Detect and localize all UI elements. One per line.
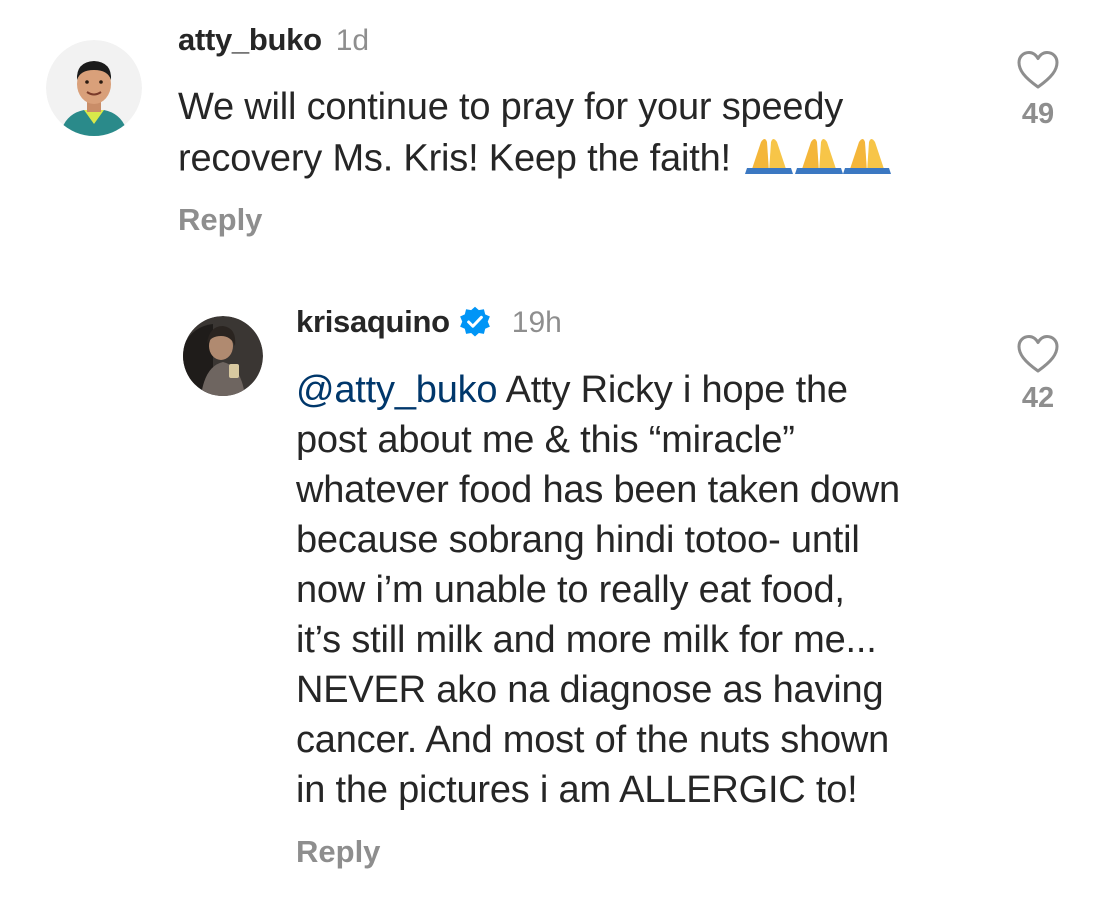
avatar[interactable] — [46, 40, 142, 136]
username[interactable]: atty_buko — [178, 22, 322, 57]
comment-line: now i’m unable to really eat food, — [296, 569, 845, 611]
like-control: 42 — [1008, 334, 1068, 415]
verified-badge-icon — [458, 305, 492, 344]
like-count: 49 — [1021, 98, 1055, 130]
timestamp: 19h — [511, 306, 562, 339]
comment-line: whatever food has been taken down — [296, 469, 900, 511]
praying-hands-icon — [745, 139, 794, 174]
comment-line: in the pictures i am ALLERGIC to! — [296, 769, 858, 811]
comment-line-with-emoji: recovery Ms. Kris! Keep the faith! — [178, 132, 892, 189]
comment-text: We will continue to pray for your speedy… — [178, 82, 892, 189]
reply-button[interactable]: Reply — [178, 202, 262, 238]
comment-header: atty_buko 1d — [178, 22, 369, 58]
comment-text: @atty_buko Atty Ricky i hope the post ab… — [296, 365, 900, 815]
comment-line: We will continue to pray for your speedy — [178, 86, 844, 128]
comment-line: post about me & this “miracle” — [296, 419, 795, 461]
comment-line: cancer. And most of the nuts shown — [296, 719, 890, 761]
username[interactable]: krisaquino — [296, 304, 450, 339]
comment-line: NEVER ako na diagnose as having — [296, 669, 884, 711]
comment-krisaquino: krisaquino 19h @atty_buko Atty Ricky i h… — [0, 290, 1120, 922]
like-control: 49 — [1008, 50, 1068, 131]
avatar-image — [183, 316, 263, 396]
comment-atty-buko: atty_buko 1d We will continue to pray for… — [0, 0, 1120, 270]
avatar[interactable] — [183, 316, 263, 396]
comment-line: recovery Ms. Kris! Keep the faith! — [178, 137, 731, 180]
comment-header: krisaquino 19h — [296, 304, 562, 344]
comment-line-text: Atty Ricky i hope the — [505, 369, 848, 411]
timestamp: 1d — [335, 24, 370, 57]
reply-button[interactable]: Reply — [296, 834, 380, 870]
comment-line: @atty_buko Atty Ricky i hope the — [296, 365, 900, 415]
heart-outline-icon[interactable] — [1016, 50, 1060, 90]
avatar-image — [46, 40, 142, 136]
like-count: 42 — [1021, 382, 1055, 414]
comment-line: because sobrang hindi totoo- until — [296, 519, 860, 561]
mention-link[interactable]: @atty_buko — [296, 369, 498, 411]
heart-outline-icon[interactable] — [1016, 334, 1060, 374]
praying-hands-emoji-icon — [741, 132, 892, 189]
comment-line: it’s still milk and more milk for me... — [296, 619, 877, 661]
